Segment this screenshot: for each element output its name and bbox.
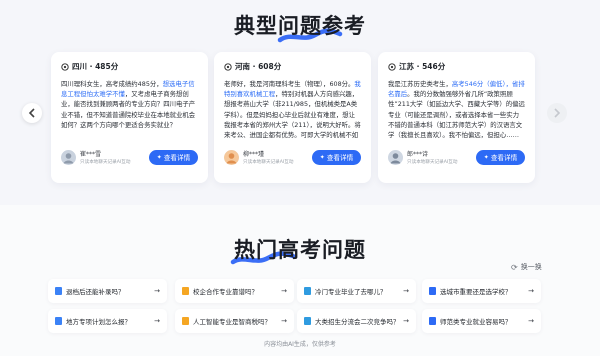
card-question-text: 四川理科女生，高考成绩约485分，想选电子信息工程但怕太难学不懂，又考虑电子商务… (61, 79, 198, 141)
user-name: 柳***瑾 (243, 151, 265, 158)
refresh-icon: ⟳ (511, 262, 518, 272)
hot-question-text: 地方专项计划怎么报？ (66, 318, 131, 326)
avatar (388, 149, 403, 165)
hot-question-text: 人工智能专业是智商税吗？ (193, 318, 271, 326)
view-detail-label: 查看详情 (490, 154, 518, 162)
document-icon (55, 287, 62, 295)
card-footer: 郎***诗 只读本地聊天记录AI互动 ✦ 查看详情 (388, 149, 525, 165)
view-detail-button[interactable]: ✦ 查看详情 (476, 149, 525, 165)
sparkle-icon: ✦ (483, 153, 489, 161)
hot-question-item[interactable]: 退档后还能补录吗？ → (48, 279, 167, 303)
card-location: 河南 · 608分 (235, 62, 282, 71)
document-icon (304, 317, 311, 325)
hot-question-item[interactable]: 地方专项计划怎么报？ → (48, 309, 167, 333)
chevron-right-icon (554, 108, 561, 118)
refresh-label: 换一换 (520, 263, 542, 271)
location-pin-icon (61, 62, 69, 71)
hot-question-item[interactable]: 人工智能专业是智商税吗？ → (175, 309, 294, 333)
user-note: 只读本地聊天记录AI互动 (407, 160, 458, 165)
avatar (224, 149, 239, 165)
sparkle-icon: ✦ (319, 153, 325, 161)
carousel-prev-button[interactable] (22, 103, 42, 123)
document-icon (429, 287, 436, 295)
hot-question-text: 退档后还能补录吗？ (66, 288, 125, 296)
question-card: 四川 · 485分 四川理科女生，高考成绩约485分，想选电子信息工程但怕太难学… (51, 52, 208, 183)
arrow-right-icon: → (154, 287, 160, 295)
card-location: 四川 · 485分 (72, 62, 119, 71)
card-question-text: 我是江苏历史类考生，高考546分（偏低），省排名靠后。我的分数勉强够外省几所“政… (388, 79, 525, 141)
hot-question-text: 大类招生分流会二次竞争吗？ (315, 318, 400, 326)
hot-question-text: 师范类专业就业容易吗？ (440, 318, 512, 326)
view-detail-button[interactable]: ✦ 查看详情 (312, 149, 361, 165)
question-card: 江苏 · 546分 我是江苏历史类考生，高考546分（偏低），省排名靠后。我的分… (378, 52, 535, 183)
refresh-button[interactable]: ⟳ 换一换 (511, 262, 542, 272)
view-detail-label: 查看详情 (326, 154, 354, 162)
carousel-next-button[interactable] (547, 103, 567, 123)
hot-question-item[interactable]: 冷门专业毕业了去哪儿？ → (297, 279, 416, 303)
card-footer: 柳***瑾 只读本地聊天记录AI互动 ✦ 查看详情 (224, 149, 361, 165)
arrow-right-icon: → (281, 317, 287, 325)
view-detail-label: 查看详情 (163, 154, 191, 162)
arrow-right-icon: → (403, 287, 409, 295)
card-header: 四川 · 485分 (61, 61, 198, 72)
question-card: 河南 · 608分 老师好，我是河南理科考生（物理），608分。我特别喜欢机械工… (214, 52, 371, 183)
section-title-typical: 典型问题参考 (0, 10, 600, 43)
user-name: 崔***雪 (80, 151, 102, 158)
user-info: 郎***诗 只读本地聊天记录AI互动 (407, 149, 476, 165)
sparkle-icon: ✦ (156, 153, 162, 161)
document-icon (182, 287, 189, 295)
hot-question-item[interactable]: 大类招生分流会二次竞争吗？ → (297, 309, 416, 333)
card-footer: 崔***雪 只读本地聊天记录AI互动 ✦ 查看详情 (61, 149, 198, 165)
arrow-right-icon: → (528, 317, 534, 325)
hot-question-item[interactable]: 师范类专业就业容易吗？ → (422, 309, 541, 333)
card-text-part: 四川理科女生，高考成绩约485分， (61, 80, 163, 88)
user-avatar-icon (224, 149, 239, 165)
card-question-text: 老师好，我是河南理科考生（物理），608分。我特别喜欢机械工程，特别对机器人方向… (224, 79, 361, 141)
card-location: 江苏 · 546分 (399, 62, 446, 71)
card-text-part: 我是江苏历史类考生， (388, 80, 452, 88)
card-text-part: 老师好，我是河南理科考生（物理），608分。 (224, 80, 355, 88)
document-icon (55, 317, 62, 325)
user-info: 柳***瑾 只读本地聊天记录AI互动 (243, 149, 312, 165)
avatar (61, 149, 76, 165)
document-icon (304, 287, 311, 295)
location-pin-icon (224, 62, 232, 71)
location-pin-icon (388, 62, 396, 71)
document-icon (429, 317, 436, 325)
hot-question-text: 选城市重要还是选学校？ (440, 288, 512, 296)
user-name: 郎***诗 (407, 151, 429, 158)
arrow-right-icon: → (528, 287, 534, 295)
card-text-part: 。我的分数勉强够外省几所“政策照顾性”211大学（如延边大学、西藏大学等）的偏远… (388, 90, 525, 140)
hot-question-item[interactable]: 校企合作专业靠谱吗？ → (175, 279, 294, 303)
section-title-hot: 热门高考问题 (0, 234, 600, 265)
arrow-right-icon: → (281, 287, 287, 295)
arrow-right-icon: → (403, 317, 409, 325)
user-note: 只读本地聊天记录AI互动 (80, 160, 131, 165)
user-info: 崔***雪 只读本地聊天记录AI互动 (80, 149, 149, 165)
document-icon (182, 317, 189, 325)
user-note: 只读本地聊天记录AI互动 (243, 160, 294, 165)
hot-question-item[interactable]: 选城市重要还是选学校？ → (422, 279, 541, 303)
hot-question-text: 校企合作专业靠谱吗？ (193, 288, 258, 296)
user-avatar-icon (388, 149, 403, 165)
card-header: 河南 · 608分 (224, 61, 361, 72)
arrow-right-icon: → (154, 317, 160, 325)
view-detail-button[interactable]: ✦ 查看详情 (149, 149, 198, 165)
chevron-left-icon (28, 108, 35, 118)
hot-question-text: 冷门专业毕业了去哪儿？ (315, 288, 387, 296)
ai-disclaimer: 内容均由AI生成，仅供参考 (264, 341, 336, 348)
card-header: 江苏 · 546分 (388, 61, 525, 72)
user-avatar-icon (61, 149, 76, 165)
